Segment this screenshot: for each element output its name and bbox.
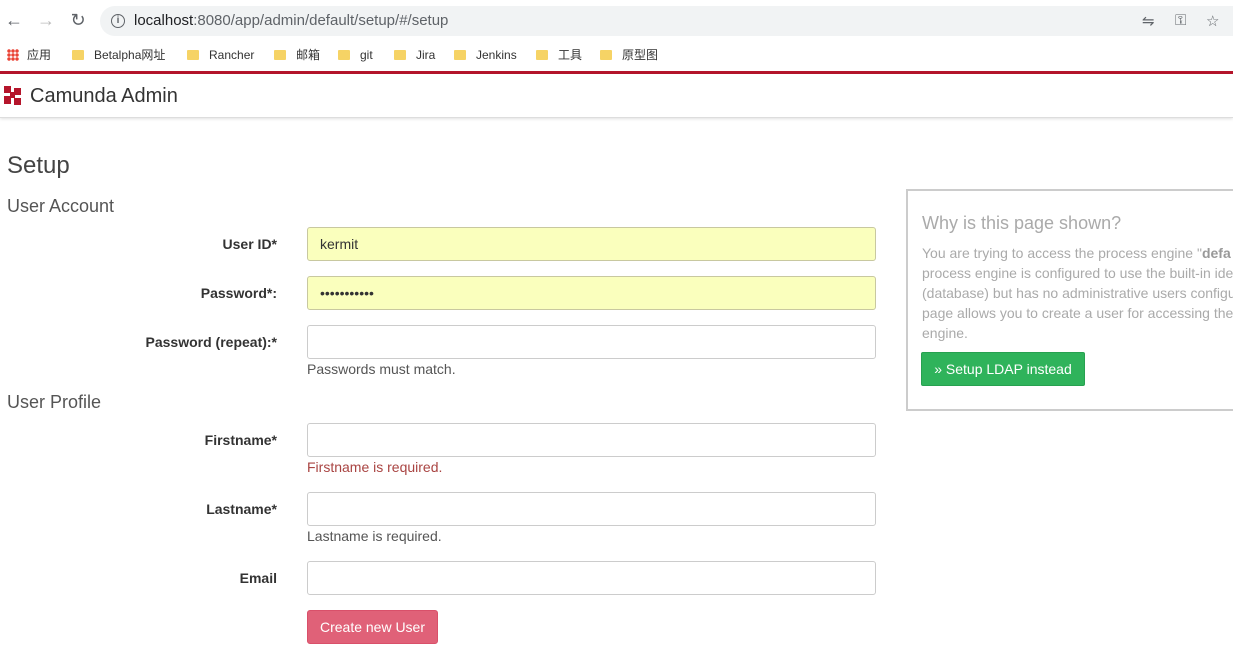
engine-name: defa bbox=[1201, 245, 1231, 261]
section-user-profile: User Profile bbox=[7, 392, 102, 412]
browser-toolbar: ← → ↻ i localhost:8080/app/admin/default… bbox=[0, 0, 1233, 40]
password-input[interactable]: ••••••••••• bbox=[307, 276, 876, 310]
bookmark-prototype[interactable]: 原型图 bbox=[600, 46, 658, 64]
translate-icon[interactable]: ⇋ bbox=[1142, 12, 1155, 30]
bookmark-apps[interactable]: 应用 bbox=[7, 46, 51, 64]
folder-icon bbox=[454, 50, 466, 60]
folder-icon bbox=[274, 50, 286, 60]
folder-icon bbox=[187, 50, 199, 60]
firstname-label: Firstname* bbox=[204, 432, 277, 448]
bookmark-jenkins[interactable]: Jenkins bbox=[454, 46, 517, 64]
key-icon[interactable]: ⚿ bbox=[1175, 12, 1186, 29]
url-path: :8080/app/admin/default/setup/#/setup bbox=[193, 12, 449, 29]
app-header: Camunda Admin bbox=[0, 74, 1233, 118]
folder-icon bbox=[338, 50, 350, 60]
page-title: Setup bbox=[7, 152, 70, 179]
password-help-text: Passwords must match. bbox=[307, 361, 456, 377]
password-repeat-label: Password (repeat):* bbox=[145, 334, 277, 350]
create-user-button[interactable]: Create new User bbox=[307, 610, 438, 644]
bookmark-label: 原型图 bbox=[622, 48, 659, 62]
bookmark-star-icon[interactable]: ☆ bbox=[1206, 12, 1219, 30]
bookmark-betalpha[interactable]: Betalpha网址 bbox=[72, 46, 165, 64]
firstname-error-text: Firstname is required. bbox=[307, 459, 443, 475]
bookmark-label: Jenkins bbox=[476, 48, 517, 62]
bookmark-label: Betalpha网址 bbox=[94, 48, 166, 62]
address-bar[interactable]: i localhost:8080/app/admin/default/setup… bbox=[100, 6, 1233, 36]
folder-icon bbox=[536, 50, 548, 60]
folder-icon bbox=[394, 50, 406, 60]
bookmark-tools[interactable]: 工具 bbox=[536, 46, 582, 64]
back-arrow-icon[interactable]: ← bbox=[4, 10, 24, 30]
forward-arrow-icon[interactable]: → bbox=[36, 10, 56, 30]
lastname-label: Lastname* bbox=[206, 501, 277, 517]
bookmarks-bar: 应用 Betalpha网址 Rancher 邮箱 git Jira Jenkin… bbox=[0, 40, 1233, 70]
bookmark-label: 工具 bbox=[558, 48, 583, 62]
user-id-label: User ID* bbox=[222, 236, 277, 252]
password-repeat-input[interactable] bbox=[307, 325, 876, 359]
panel-text-line1: You are trying to access the process eng… bbox=[922, 245, 1202, 261]
user-id-input[interactable]: kermit bbox=[307, 227, 876, 261]
folder-icon bbox=[600, 50, 612, 60]
url-host: localhost bbox=[134, 12, 194, 29]
section-user-account: User Account bbox=[7, 196, 115, 216]
panel-text: You are trying to access the process eng… bbox=[922, 243, 1233, 343]
lastname-input[interactable] bbox=[307, 492, 876, 526]
info-icon[interactable]: i bbox=[111, 14, 125, 28]
bookmark-git[interactable]: git bbox=[338, 46, 373, 64]
bookmark-mail[interactable]: 邮箱 bbox=[274, 46, 320, 64]
panel-text-line2: process engine is configured to use the … bbox=[922, 265, 1233, 281]
panel-text-line5: engine. bbox=[922, 325, 968, 341]
reload-icon[interactable]: ↻ bbox=[68, 10, 88, 30]
camunda-logo-icon bbox=[4, 86, 21, 105]
lastname-help-text: Lastname is required. bbox=[307, 528, 442, 544]
url-text[interactable]: localhost:8080/app/admin/default/setup/#… bbox=[134, 12, 448, 29]
panel-text-line4: page allows you to create a user for acc… bbox=[922, 305, 1233, 321]
folder-icon bbox=[72, 50, 84, 60]
bookmark-label: Jira bbox=[416, 48, 436, 62]
setup-ldap-button[interactable]: » Setup LDAP instead bbox=[921, 352, 1085, 386]
bookmark-rancher[interactable]: Rancher bbox=[187, 46, 254, 64]
panel-title: Why is this page shown? bbox=[922, 213, 1122, 233]
panel-text-line3: (database) but has no administrative use… bbox=[922, 285, 1233, 301]
apps-grid-icon bbox=[7, 49, 19, 61]
bookmark-label: git bbox=[360, 48, 373, 62]
email-input[interactable] bbox=[307, 561, 876, 595]
bookmark-label: Rancher bbox=[209, 48, 255, 62]
info-panel: Why is this page shown? You are trying t… bbox=[906, 189, 1233, 411]
email-label: Email bbox=[239, 570, 277, 586]
bookmark-jira[interactable]: Jira bbox=[394, 46, 435, 64]
bookmark-label: 邮箱 bbox=[296, 48, 321, 62]
password-label: Password*: bbox=[200, 285, 277, 301]
bookmark-label: 应用 bbox=[27, 48, 52, 62]
firstname-input[interactable] bbox=[307, 423, 876, 457]
app-brand[interactable]: Camunda Admin bbox=[30, 85, 178, 108]
